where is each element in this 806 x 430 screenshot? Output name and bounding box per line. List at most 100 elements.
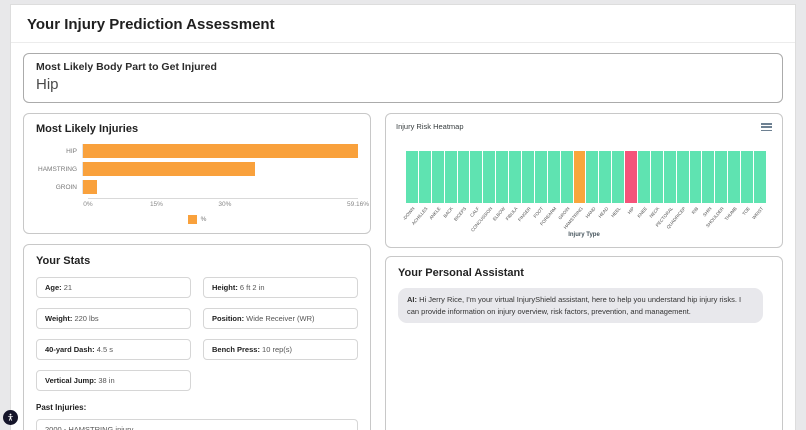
heatmap-category-label: TOE — [741, 205, 751, 217]
stat-item-height: Height: 6 ft 2 in — [203, 277, 358, 298]
body-part-card: Most Likely Body Part to Get Injured Hip — [23, 53, 783, 103]
stat-item-40-yard-dash: 40-yard Dash: 4.5 s — [36, 339, 191, 360]
legend-swatch — [187, 215, 197, 224]
assistant-message-bubble: AI: Hi Jerry Rice, I'm your virtual Inju… — [398, 287, 763, 324]
heatmap-label-cell: HAMSTRING — [562, 205, 586, 232]
injury-bar-row: HAMSTRING — [36, 162, 358, 176]
page-header: Your Injury Prediction Assessment — [11, 5, 795, 43]
heatmap-header: Injury Risk Heatmap — [396, 122, 772, 133]
heatmap-bars — [406, 150, 766, 203]
heatmap-label-cell: BICEPS — [453, 205, 470, 232]
heatmap-label-cell: ANKLE — [428, 205, 444, 232]
heatmap-label-cell: HAND — [584, 205, 598, 232]
heatmap-label-cell: RIB — [690, 205, 702, 232]
heatmap-label-cell: FINGER — [517, 205, 534, 232]
heatmap-bar-groin[interactable] — [560, 150, 573, 203]
bar-track — [82, 162, 358, 176]
injuries-chart-title: Most Likely Injuries — [36, 123, 139, 135]
heatmap-label-cell: KNEE — [636, 205, 650, 232]
your-stats-card: Your Stats Age: 21 Height: 6 ft 2 in Weigh… — [23, 244, 371, 430]
stat-item-bench-press: Bench Press: 10 rep(s) — [203, 339, 358, 360]
body-part-value: Hip — [36, 76, 59, 93]
x-axis-tick-label: 15% — [149, 201, 163, 208]
left-column: Most Likely Injuries HIP HAMSTRING GROIN 0… — [23, 113, 371, 430]
heatmap-bar-heel[interactable] — [612, 150, 625, 203]
heatmap-bar-shoulder[interactable] — [715, 150, 728, 203]
app-viewport: Your Injury Prediction Assessment Most L… — [0, 0, 806, 430]
heatmap-label-cell: TOE — [741, 205, 753, 232]
past-injury-text: 2000 - HAMSTRING injury — [45, 425, 134, 430]
assistant-message-text: Hi Jerry Rice, I'm your virtual InjurySh… — [407, 294, 742, 316]
assistant-title: Your Personal Assistant — [398, 266, 524, 279]
x-axis-tick-label: 59.16% — [346, 201, 370, 208]
heatmap-bar-hand[interactable] — [586, 150, 599, 203]
heatmap-bar-hamstring[interactable] — [573, 150, 586, 203]
heatmap-category-label: HIP — [626, 205, 635, 215]
stats-title: Your Stats — [36, 255, 91, 267]
heatmap-bar-foot[interactable] — [534, 150, 547, 203]
bar-track — [82, 144, 358, 158]
heatmap-bar-calf[interactable] — [470, 150, 483, 203]
injury-category-label: HIP — [66, 147, 77, 155]
stats-grid: Age: 21 Height: 6 ft 2 in Weight: 220 lbs P… — [36, 277, 358, 391]
heatmap-bar-forearm[interactable] — [547, 150, 560, 203]
heatmap-bar-achilles[interactable] — [418, 150, 431, 203]
right-column: Injury Risk Heatmap -DOWN ACHILLES ANKLE BA… — [385, 113, 783, 430]
heatmap-bar-thumb[interactable] — [728, 150, 741, 203]
heatmap-bar-rib[interactable] — [689, 150, 702, 203]
injury-bar-row: HIP — [36, 144, 358, 158]
heatmap-bar-concussion[interactable] — [483, 150, 496, 203]
heatmap-category-label: CALF — [469, 205, 481, 218]
heatmap-category-label: KNEE — [636, 205, 648, 219]
heatmap-bar-wrist[interactable] — [754, 150, 766, 203]
heatmap-bar-shin[interactable] — [702, 150, 715, 203]
stat-item-weight: Weight: 220 lbs — [36, 308, 191, 329]
assistant-message-prefix: AI: — [407, 294, 417, 304]
heatmap-bar-ankle[interactable] — [431, 150, 444, 203]
heatmap-label-cell: HEAD — [597, 205, 611, 232]
injury-bar-hip[interactable] — [83, 144, 358, 158]
injury-bar-groin[interactable] — [83, 180, 97, 194]
heatmap-x-axis-title: Injury Type — [568, 231, 600, 238]
past-injury-item: 2000 - HAMSTRING injury — [36, 419, 358, 430]
injury-category-label: GROIN — [55, 183, 77, 191]
injury-bar-row: GROIN — [36, 180, 358, 194]
heatmap-label-cell: HEEL — [611, 205, 624, 232]
legend-label: % — [200, 216, 207, 223]
heatmap-bar-elbow[interactable] — [496, 150, 509, 203]
injuries-chart-legend[interactable]: % — [36, 215, 358, 224]
personal-assistant-card: Your Personal Assistant AI: Hi Jerry Ric… — [385, 255, 783, 430]
heatmap-label-cell: QUADRICEP — [665, 205, 689, 232]
injuries-x-axis: 0% 15% 30% 59.16% — [83, 198, 369, 210]
heatmap-bar-neck[interactable] — [650, 150, 663, 203]
heatmap-category-label: BACK — [442, 205, 455, 219]
heatmap-bar--down[interactable] — [406, 150, 418, 203]
heatmap-category-labels: -DOWN ACHILLES ANKLE BACK BICEPS CALF CONCUSSI… — [402, 205, 766, 233]
main-content: Your Injury Prediction Assessment Most L… — [10, 4, 796, 430]
injuries-bar-chart: HIP HAMSTRING GROIN — [36, 144, 358, 194]
x-axis-tick-label: 0% — [83, 201, 93, 208]
heatmap-label-cell: WRIST — [751, 205, 766, 232]
heatmap-category-label: SHIN — [701, 205, 713, 218]
heatmap-bar-biceps[interactable] — [457, 150, 470, 203]
heatmap-bar-knee[interactable] — [638, 150, 650, 203]
hamburger-menu-icon[interactable] — [761, 122, 772, 133]
content-columns: Most Likely Injuries HIP HAMSTRING GROIN 0… — [23, 113, 783, 430]
stat-item-vertical-jump: Vertical Jump: 38 in — [36, 370, 191, 391]
heatmap-label-cell: HIP — [625, 205, 637, 232]
injury-risk-heatmap-card: Injury Risk Heatmap -DOWN ACHILLES ANKLE BA… — [385, 113, 783, 248]
heatmap-bar-fibula[interactable] — [509, 150, 522, 203]
body-part-label: Most Likely Body Part to Get Injured — [36, 61, 217, 73]
bar-track — [82, 180, 358, 194]
accessibility-widget-button[interactable] — [3, 410, 18, 425]
heatmap-bar-finger[interactable] — [522, 150, 534, 203]
heatmap-bar-quadricep[interactable] — [676, 150, 689, 203]
heatmap-category-label: RIB — [690, 205, 700, 215]
heatmap-bar-toe[interactable] — [741, 150, 754, 203]
injury-bar-hamstring[interactable] — [83, 162, 255, 176]
heatmap-bar-back[interactable] — [444, 150, 457, 203]
heatmap-bar-head[interactable] — [599, 150, 612, 203]
heatmap-bar-pectoral[interactable] — [663, 150, 676, 203]
heatmap-category-label: HAND — [584, 205, 597, 219]
heatmap-bar-hip[interactable] — [625, 150, 638, 203]
